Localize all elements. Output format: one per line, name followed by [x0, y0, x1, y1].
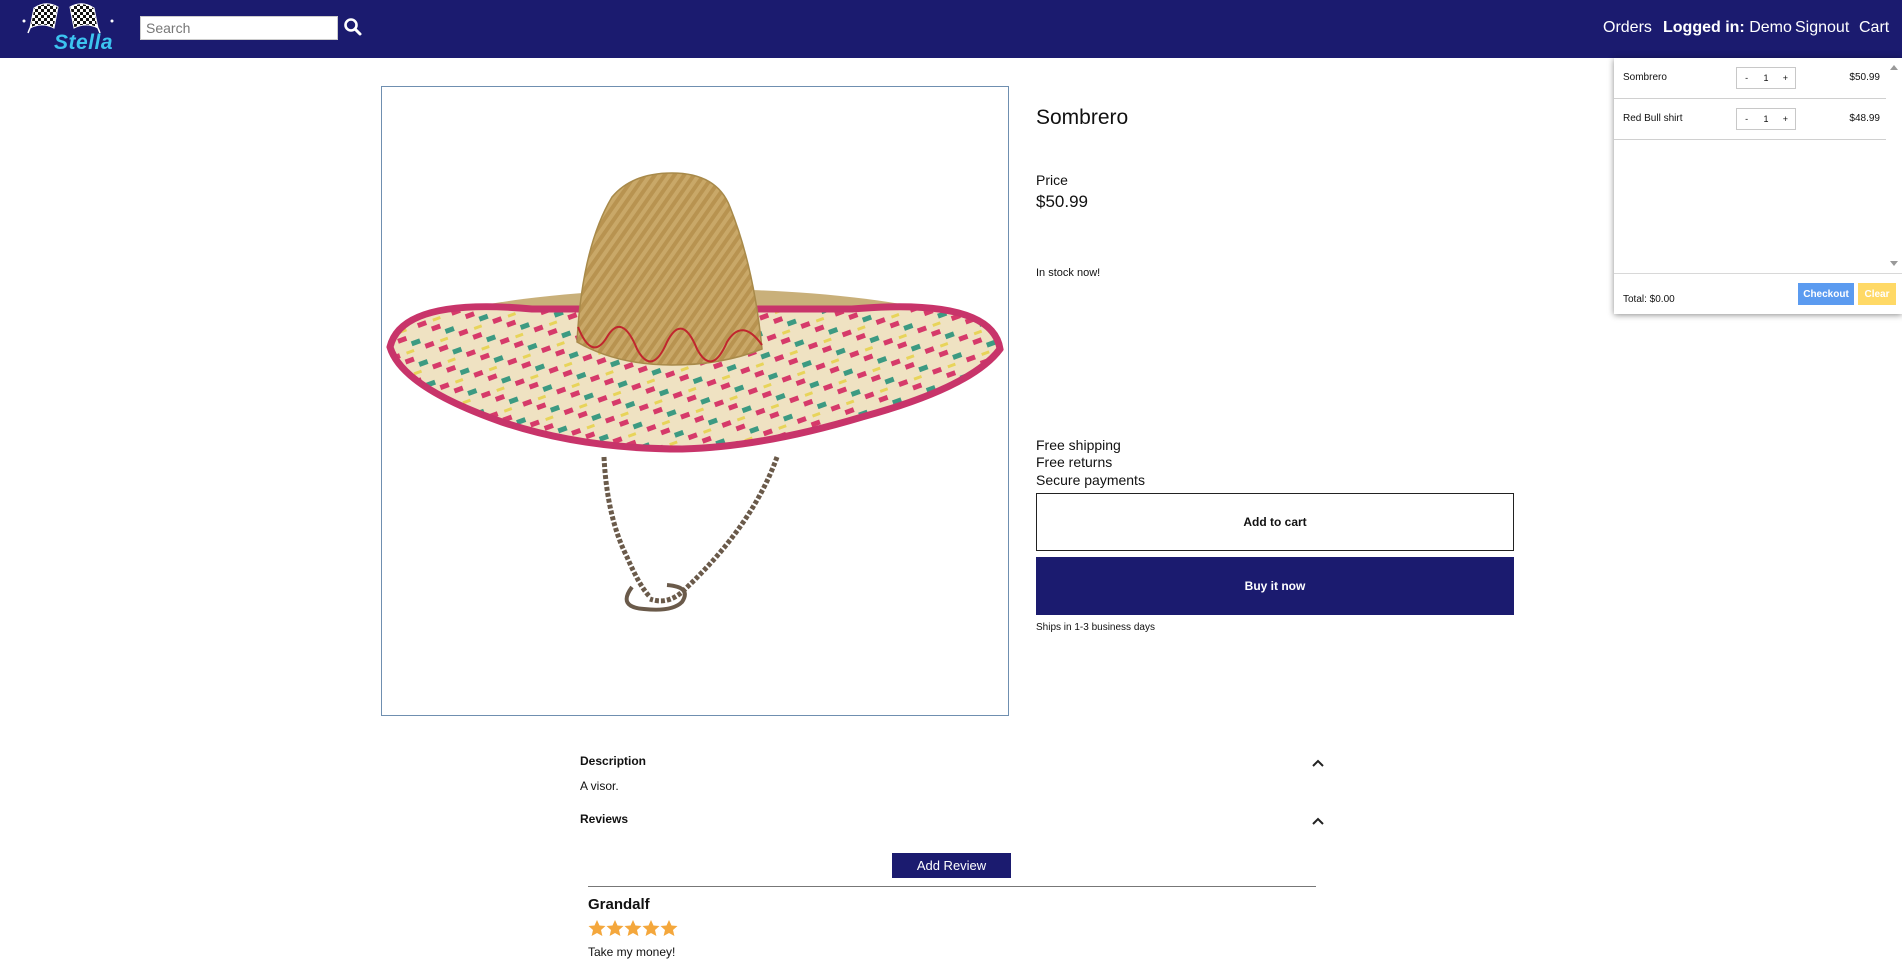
- product-image: [381, 86, 1009, 716]
- checkout-button[interactable]: Checkout: [1798, 283, 1854, 305]
- checkered-flags-icon: [22, 3, 114, 34]
- cart-item-name: Sombrero: [1623, 72, 1667, 83]
- search-icon: [344, 18, 362, 36]
- perk-payments: Secure payments: [1036, 472, 1145, 488]
- perk-returns: Free returns: [1036, 454, 1113, 470]
- shipping-note: Ships in 1-3 business days: [1036, 622, 1155, 633]
- description-header[interactable]: Description: [580, 754, 646, 768]
- star-icon: [642, 920, 660, 936]
- scroll-up-icon[interactable]: [1890, 64, 1898, 70]
- chevron-up-icon[interactable]: [1310, 814, 1326, 828]
- cart-scrollbar[interactable]: [1886, 58, 1902, 273]
- search-button[interactable]: [343, 17, 363, 39]
- price-label: Price: [1036, 172, 1068, 188]
- divider: [588, 886, 1316, 887]
- review-text: Take my money!: [588, 945, 676, 959]
- add-review-button[interactable]: Add Review: [892, 853, 1011, 878]
- decrease-button[interactable]: -: [1737, 109, 1756, 129]
- sombrero-image: [386, 172, 1004, 612]
- brand-logo[interactable]: Stella: [20, 0, 116, 56]
- cart-item-price: $48.99: [1849, 113, 1880, 124]
- quantity-stepper: - 1 +: [1736, 108, 1796, 130]
- nav-signout[interactable]: Signout: [1795, 19, 1849, 37]
- buy-now-button[interactable]: Buy it now: [1036, 557, 1514, 615]
- decrease-button[interactable]: -: [1737, 68, 1756, 88]
- search-input[interactable]: [140, 16, 338, 40]
- cart-dropdown: Sombrero - 1 + $50.99 Red Bull shirt - 1…: [1614, 58, 1902, 314]
- product-title: Sombrero: [1036, 106, 1129, 129]
- cart-item-price: $50.99: [1849, 72, 1880, 83]
- nav-cart[interactable]: Cart: [1859, 19, 1889, 37]
- chevron-up-icon[interactable]: [1310, 756, 1326, 770]
- review-rating: [588, 919, 678, 939]
- increase-button[interactable]: +: [1776, 68, 1795, 88]
- add-to-cart-button[interactable]: Add to cart: [1036, 493, 1514, 551]
- quantity-value[interactable]: 1: [1756, 68, 1775, 88]
- reviews-header[interactable]: Reviews: [580, 812, 628, 826]
- clear-cart-button[interactable]: Clear: [1858, 283, 1896, 305]
- star-icon: [606, 920, 624, 936]
- scroll-down-icon[interactable]: [1890, 261, 1898, 267]
- star-icon: [588, 920, 606, 936]
- stock-status: In stock now!: [1036, 267, 1101, 279]
- nav-orders[interactable]: Orders: [1603, 19, 1652, 37]
- cart-item-name: Red Bull shirt: [1623, 113, 1683, 124]
- logged-in-label: Logged in:: [1663, 19, 1745, 36]
- logged-in-status: Logged in: Demo: [1663, 19, 1792, 37]
- review-author: Grandalf: [588, 896, 650, 913]
- top-navbar: Stella Orders Logged in: Demo Signout Ca…: [0, 0, 1902, 58]
- brand-name: Stella: [54, 31, 114, 54]
- cart-item: Red Bull shirt - 1 + $48.99: [1614, 99, 1886, 140]
- username: Demo: [1749, 19, 1792, 36]
- perk-shipping: Free shipping: [1036, 437, 1121, 453]
- cart-total: Total: $0.00: [1623, 294, 1675, 305]
- star-icon: [624, 920, 642, 936]
- quantity-stepper: - 1 +: [1736, 67, 1796, 89]
- star-icon: [660, 920, 678, 936]
- cart-item: Sombrero - 1 + $50.99: [1614, 58, 1886, 99]
- increase-button[interactable]: +: [1776, 109, 1795, 129]
- cart-footer: Total: $0.00 Checkout Clear: [1614, 273, 1902, 314]
- product-price: $50.99: [1036, 192, 1088, 211]
- description-text: A visor.: [580, 779, 619, 793]
- quantity-value[interactable]: 1: [1756, 109, 1775, 129]
